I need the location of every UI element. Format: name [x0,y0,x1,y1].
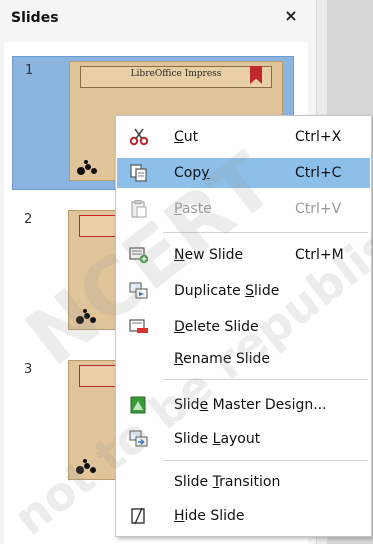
pane-header: Slides × [0,0,316,36]
hide-slide-icon [131,507,145,525]
menu-separator [163,460,368,461]
menu-item-shortcut: Ctrl+X [295,129,342,145]
slide-number: 2 [24,212,33,227]
slide-layout-icon [129,430,148,447]
menu-item-delete-slide[interactable]: Delete Slide [117,312,370,342]
menu-item-rename-slide[interactable]: Rename Slide [117,344,370,374]
menu-item-label: Duplicate Slide [174,283,280,299]
menu-item-label: New Slide [174,247,244,263]
menu-item-slide-layout[interactable]: Slide Layout [117,424,370,454]
menu-item-hide-slide[interactable]: Hide Slide [117,501,370,531]
menu-item-label: Hide Slide [174,508,245,524]
menu-item-copy[interactable]: Copy Ctrl+C [117,158,370,188]
duplicate-slide-icon [129,282,148,299]
paste-icon [131,200,147,218]
menu-item-shortcut: Ctrl+V [295,201,342,217]
menu-item-label: Cut [174,129,199,145]
copy-icon [130,164,147,182]
close-icon[interactable]: × [283,7,299,25]
new-slide-icon [129,247,149,264]
slide-title-text: LibreOffice Impress [130,69,222,79]
slide-master-icon [130,396,146,414]
menu-item-label: Slide Layout [174,431,261,447]
menu-item-label: Slide Transition [174,474,281,490]
logo-icon [77,160,97,175]
menu-item-label: Rename Slide [174,351,271,367]
scissors-icon [129,128,149,146]
menu-item-duplicate-slide[interactable]: Duplicate Slide [117,276,370,306]
delete-slide-icon [129,319,148,333]
menu-item-label: Delete Slide [174,319,259,335]
menu-item-paste[interactable]: Paste Ctrl+V [117,194,370,224]
menu-item-label: Slide Master Design... [174,397,327,413]
slide-number: 3 [24,362,33,377]
menu-separator [163,232,368,233]
menu-item-slide-master-design[interactable]: Slide Master Design... [117,390,370,420]
slide-title-box: LibreOffice Impress [80,66,272,88]
slide-number: 1 [25,63,34,78]
menu-separator [163,379,368,380]
logo-icon [76,309,96,324]
menu-item-label: Copy [174,165,210,181]
menu-item-shortcut: Ctrl+M [295,247,344,263]
menu-item-new-slide[interactable]: New Slide Ctrl+M [117,240,370,270]
logo-icon [76,459,96,474]
menu-item-cut[interactable]: Cut Ctrl+X [117,122,370,152]
menu-item-slide-transition[interactable]: Slide Transition [117,467,370,497]
context-menu: Cut Ctrl+X Copy Ctrl+C Paste Ctrl+V New … [115,115,372,537]
menu-item-shortcut: Ctrl+C [295,165,342,181]
pane-title: Slides [11,10,59,26]
menu-item-label: Paste [174,201,212,217]
